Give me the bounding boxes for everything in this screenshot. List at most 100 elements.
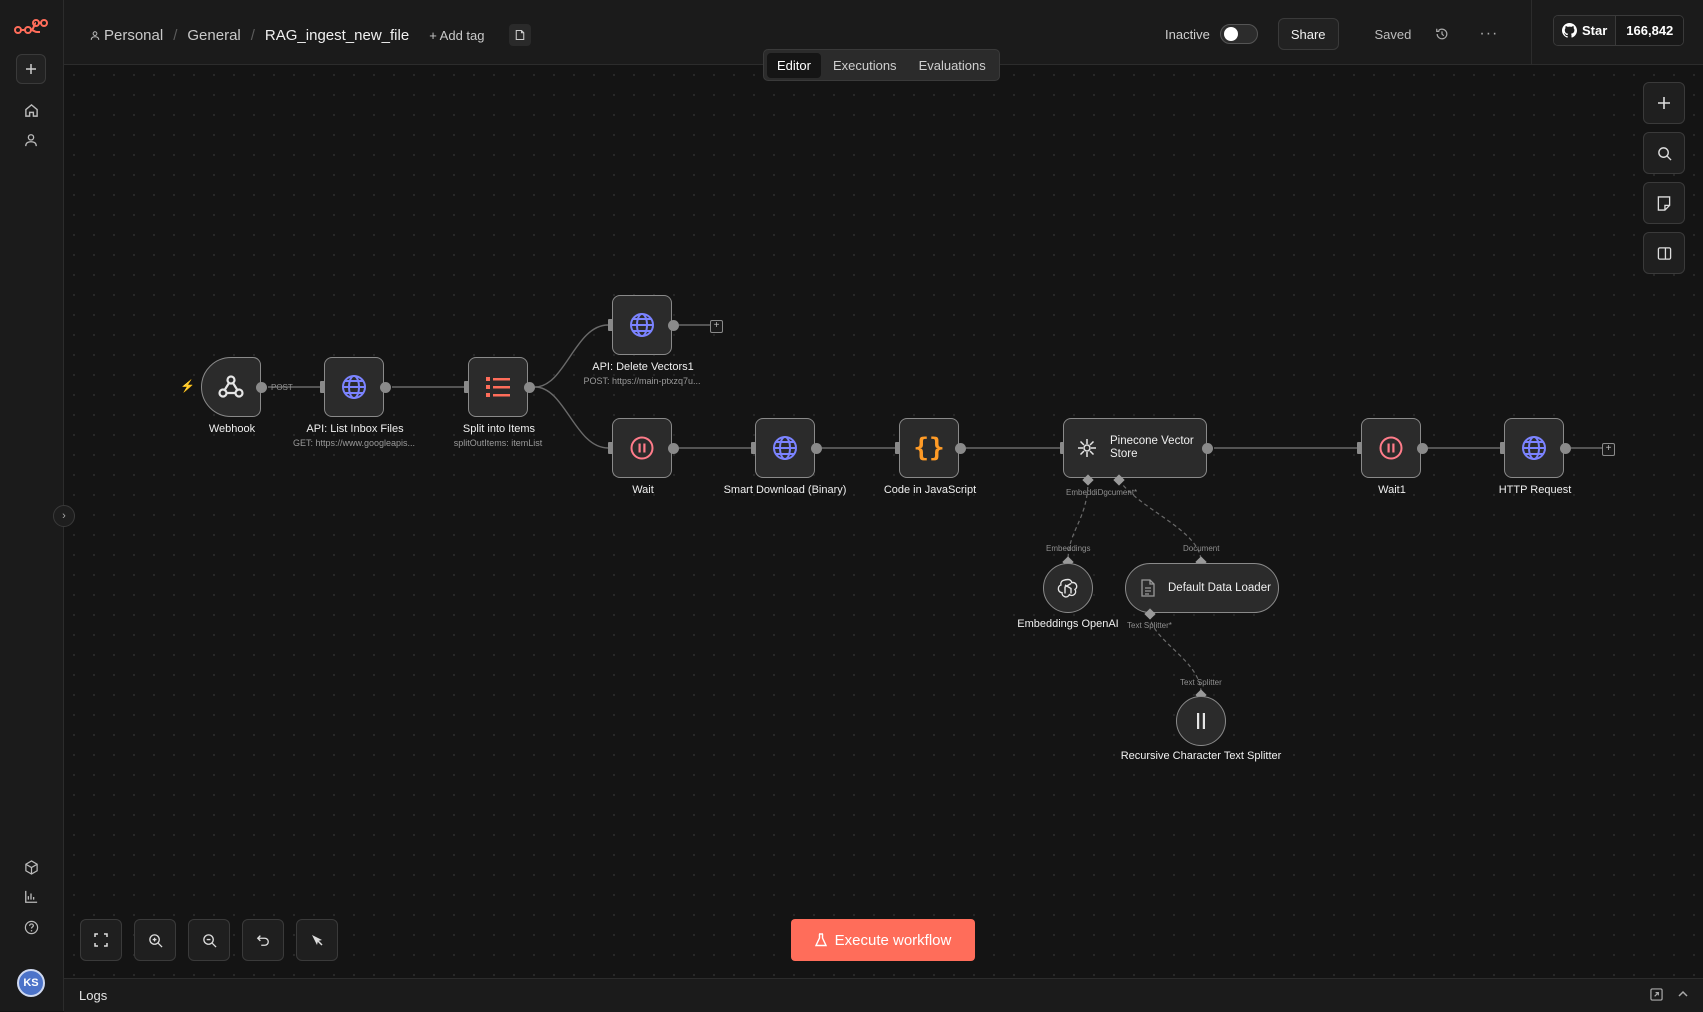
breadcrumb-folder[interactable]: General bbox=[187, 27, 240, 44]
node-sub-split: splitOutItems: itemList bbox=[453, 438, 543, 448]
logs-label: Logs bbox=[79, 988, 108, 1003]
tab-evaluations[interactable]: Evaluations bbox=[909, 53, 996, 78]
history-icon[interactable] bbox=[1435, 27, 1449, 41]
splitter-icon bbox=[1194, 711, 1208, 731]
zoom-out-icon[interactable] bbox=[188, 919, 230, 961]
node-recursive-text-splitter[interactable] bbox=[1176, 696, 1226, 746]
toggle-knob bbox=[1223, 27, 1238, 41]
create-plus-button[interactable] bbox=[16, 54, 46, 84]
text-splitter-port-label: Text Splitter bbox=[1180, 678, 1222, 687]
popout-icon[interactable] bbox=[1650, 988, 1663, 1001]
breadcrumb-separator: / bbox=[173, 26, 178, 44]
tab-editor[interactable]: Editor bbox=[767, 52, 821, 78]
github-star-label: Star bbox=[1582, 23, 1608, 38]
code-braces-icon: {} bbox=[913, 433, 945, 463]
zoom-in-icon[interactable] bbox=[134, 919, 176, 961]
fit-view-icon[interactable] bbox=[80, 919, 122, 961]
add-node-button[interactable] bbox=[1643, 82, 1685, 124]
panel-toggle-icon[interactable] bbox=[1643, 232, 1685, 274]
logs-actions bbox=[1650, 988, 1689, 1001]
sticky-note-icon[interactable] bbox=[1643, 182, 1685, 224]
node-api-delete-vectors1[interactable] bbox=[612, 295, 672, 355]
document-icon bbox=[1140, 579, 1156, 597]
breadcrumb-project[interactable]: Personal bbox=[104, 27, 163, 44]
breadcrumb-separator: / bbox=[250, 26, 255, 44]
globe-icon bbox=[340, 373, 368, 401]
add-tag-button[interactable]: + Add tag bbox=[429, 28, 484, 43]
globe-icon bbox=[1520, 434, 1548, 462]
output-port[interactable] bbox=[256, 382, 267, 393]
edge-label-post: POST bbox=[271, 383, 293, 392]
embeddings-port-label: Embeddings bbox=[1046, 544, 1091, 553]
pause-icon bbox=[629, 435, 655, 461]
sidebar-expand-toggle[interactable]: › bbox=[53, 505, 75, 527]
breadcrumb: Personal / General / RAG_ingest_new_file… bbox=[90, 24, 531, 46]
node-title-pinecone: Pinecone Vector Store bbox=[1110, 435, 1194, 460]
view-tabs: Editor Executions Evaluations bbox=[763, 49, 1000, 81]
flask-icon bbox=[814, 933, 827, 947]
node-label-delete-vectors: API: Delete Vectors1 bbox=[592, 361, 694, 373]
globe-icon bbox=[628, 311, 656, 339]
text-splitter-output-label: Text Splitter* bbox=[1127, 621, 1172, 630]
node-embeddings-openai[interactable] bbox=[1043, 563, 1093, 613]
add-node-plus[interactable]: + bbox=[710, 320, 723, 333]
output-port[interactable] bbox=[380, 382, 391, 393]
tab-executions[interactable]: Executions bbox=[823, 53, 907, 78]
node-label-code: Code in JavaScript bbox=[883, 484, 977, 496]
search-icon[interactable] bbox=[1643, 132, 1685, 174]
avatar[interactable]: KS bbox=[17, 969, 45, 997]
active-toggle[interactable] bbox=[1219, 24, 1258, 44]
execute-workflow-label: Execute workflow bbox=[834, 931, 952, 949]
archive-icon[interactable] bbox=[508, 24, 531, 46]
share-button[interactable]: Share bbox=[1277, 18, 1339, 50]
execute-workflow-button[interactable]: Execute workflow bbox=[791, 919, 975, 961]
node-api-list-inbox-files[interactable] bbox=[324, 357, 384, 417]
node-smart-download[interactable] bbox=[755, 418, 815, 478]
openai-icon bbox=[1057, 577, 1079, 599]
add-node-plus[interactable]: + bbox=[1602, 443, 1615, 456]
github-icon bbox=[1562, 23, 1577, 38]
header-divider bbox=[1531, 0, 1532, 64]
output-port[interactable] bbox=[1560, 443, 1571, 454]
output-port[interactable] bbox=[668, 320, 679, 331]
help-icon[interactable] bbox=[16, 912, 46, 942]
node-label-split: Split into Items bbox=[462, 423, 536, 435]
node-label-http: HTTP Request bbox=[1498, 484, 1572, 496]
node-webhook[interactable] bbox=[201, 357, 261, 417]
output-port[interactable] bbox=[811, 443, 822, 454]
pause-icon bbox=[1378, 435, 1404, 461]
node-default-data-loader[interactable]: Default Data Loader bbox=[1125, 563, 1279, 613]
node-sub-list-inbox: GET: https://www.googleapis... bbox=[292, 438, 416, 448]
more-options-button[interactable]: ··· bbox=[1479, 25, 1498, 43]
globe-icon bbox=[771, 434, 799, 462]
templates-icon[interactable] bbox=[16, 852, 46, 882]
undo-icon[interactable] bbox=[242, 919, 284, 961]
output-port[interactable] bbox=[524, 382, 535, 393]
home-icon[interactable] bbox=[16, 95, 46, 125]
workflow-name[interactable]: RAG_ingest_new_file bbox=[265, 27, 409, 44]
output-port[interactable] bbox=[955, 443, 966, 454]
github-star-button[interactable]: Star bbox=[1554, 16, 1617, 45]
node-code-javascript[interactable]: {} bbox=[899, 418, 959, 478]
trigger-bolt-icon: ⚡ bbox=[180, 379, 195, 393]
user-icon[interactable] bbox=[16, 125, 46, 155]
node-pinecone-vector-store[interactable]: Pinecone Vector Store bbox=[1063, 418, 1207, 478]
github-star-widget[interactable]: Star 166,842 bbox=[1553, 15, 1685, 46]
tidy-up-icon[interactable] bbox=[296, 919, 338, 961]
node-http-request[interactable] bbox=[1504, 418, 1564, 478]
node-split-into-items[interactable] bbox=[468, 357, 528, 417]
active-status-label: Inactive bbox=[1165, 26, 1210, 42]
workflow-canvas[interactable] bbox=[64, 65, 1703, 977]
node-wait[interactable] bbox=[612, 418, 672, 478]
insights-icon[interactable] bbox=[16, 882, 46, 912]
output-port[interactable] bbox=[1202, 443, 1213, 454]
github-star-count[interactable]: 166,842 bbox=[1616, 16, 1684, 45]
chevron-up-icon[interactable] bbox=[1677, 988, 1689, 1001]
logs-panel-bar[interactable]: Logs bbox=[64, 978, 1703, 1012]
node-wait1[interactable] bbox=[1361, 418, 1421, 478]
node-sub-delete-vectors: POST: https://main-ptxzq7u... bbox=[583, 376, 701, 386]
output-port[interactable] bbox=[1417, 443, 1428, 454]
output-port[interactable] bbox=[668, 443, 679, 454]
n8n-logo-icon[interactable] bbox=[14, 18, 48, 39]
header-actions: Inactive Share Saved ··· bbox=[1165, 18, 1498, 50]
